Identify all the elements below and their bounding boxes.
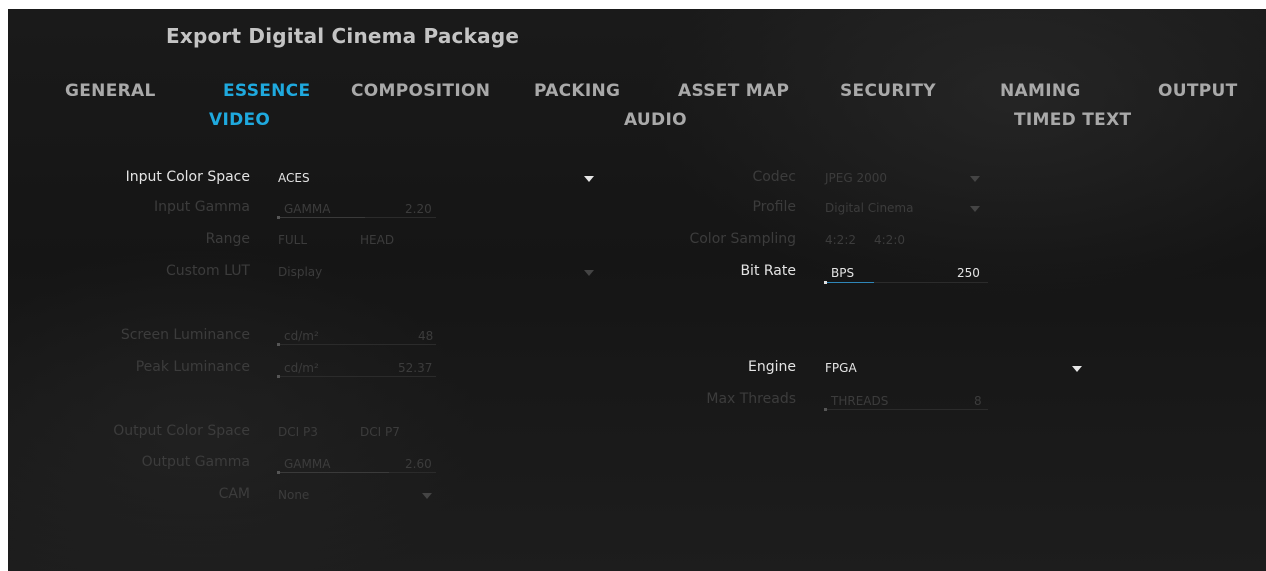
screen-luminance-unit: cd/m²	[284, 329, 319, 343]
range-label: Range	[205, 231, 250, 247]
input-gamma-unit: GAMMA	[284, 202, 331, 216]
input-gamma-label: Input Gamma	[154, 199, 250, 215]
custom-lut-value: Display	[278, 265, 323, 279]
subtab-video[interactable]: VIDEO	[209, 110, 270, 130]
max-threads-unit: THREADS	[831, 394, 889, 408]
slider-fill	[278, 217, 365, 218]
tab-asset-map[interactable]: ASSET MAP	[678, 81, 789, 101]
tab-essence[interactable]: ESSENCE	[223, 81, 310, 101]
color-sampling-option-420[interactable]: 4:2:0	[874, 233, 905, 247]
output-color-space-option-dci-p7[interactable]: DCI P7	[360, 425, 400, 439]
color-sampling-option-422[interactable]: 4:2:2	[825, 233, 856, 247]
bit-rate-value: 250	[957, 266, 980, 280]
slider-fill	[825, 282, 874, 283]
tab-composition[interactable]: COMPOSITION	[351, 81, 490, 101]
codec-value: JPEG 2000	[825, 171, 888, 185]
profile-label: Profile	[752, 199, 796, 215]
tab-security[interactable]: SECURITY	[840, 81, 936, 101]
chevron-down-icon	[1072, 366, 1082, 372]
slider-track	[278, 376, 436, 377]
input-color-space-label: Input Color Space	[125, 169, 250, 185]
slider-handle[interactable]	[824, 281, 827, 284]
output-color-space-option-dci-p3[interactable]: DCI P3	[278, 425, 318, 439]
cam-label: CAM	[218, 486, 250, 502]
chevron-down-icon	[970, 176, 980, 182]
peak-luminance-unit: cd/m²	[284, 361, 319, 375]
peak-luminance-label: Peak Luminance	[135, 359, 250, 375]
range-option-head[interactable]: HEAD	[360, 233, 394, 247]
output-gamma-label: Output Gamma	[141, 454, 250, 470]
chevron-down-icon	[584, 270, 594, 276]
tab-packing[interactable]: PACKING	[534, 81, 620, 101]
export-dcp-window: Export Digital Cinema Package GENERAL ES…	[8, 9, 1266, 571]
input-gamma-value: 2.20	[405, 202, 432, 216]
chevron-down-icon	[422, 493, 432, 499]
tab-naming[interactable]: NAMING	[1000, 81, 1081, 101]
codec-label: Codec	[752, 169, 796, 185]
screen-luminance-label: Screen Luminance	[120, 327, 250, 343]
profile-value: Digital Cinema	[825, 201, 914, 215]
max-threads-label: Max Threads	[706, 391, 796, 407]
subtab-timed-text[interactable]: TIMED TEXT	[1014, 110, 1131, 130]
color-sampling-label: Color Sampling	[689, 231, 796, 247]
slider-handle[interactable]	[277, 216, 280, 219]
slider-handle[interactable]	[277, 375, 280, 378]
range-option-full[interactable]: FULL	[278, 233, 307, 247]
cam-value: None	[278, 488, 310, 502]
max-threads-value: 8	[974, 394, 982, 408]
tab-output[interactable]: OUTPUT	[1158, 81, 1238, 101]
output-gamma-value: 2.60	[405, 457, 432, 471]
slider-handle[interactable]	[824, 408, 827, 411]
engine-label: Engine	[748, 359, 796, 375]
engine-value: FPGA	[825, 361, 857, 375]
slider-fill	[278, 472, 389, 473]
peak-luminance-value: 52.37	[398, 361, 433, 375]
slider-handle[interactable]	[277, 471, 280, 474]
slider-handle[interactable]	[277, 343, 280, 346]
tab-general[interactable]: GENERAL	[65, 81, 156, 101]
output-gamma-unit: GAMMA	[284, 457, 331, 471]
bit-rate-unit: BPS	[831, 266, 855, 280]
output-color-space-label: Output Color Space	[113, 423, 250, 439]
subtab-audio[interactable]: AUDIO	[624, 110, 687, 130]
slider-track	[278, 344, 436, 345]
window-title: Export Digital Cinema Package	[166, 24, 520, 48]
bit-rate-label: Bit Rate	[740, 263, 796, 279]
slider-track	[825, 409, 988, 410]
chevron-down-icon	[970, 206, 980, 212]
input-color-space-value: ACES	[278, 171, 310, 185]
custom-lut-label: Custom LUT	[166, 263, 250, 279]
chevron-down-icon	[584, 176, 594, 182]
screen-luminance-value: 48	[418, 329, 434, 343]
